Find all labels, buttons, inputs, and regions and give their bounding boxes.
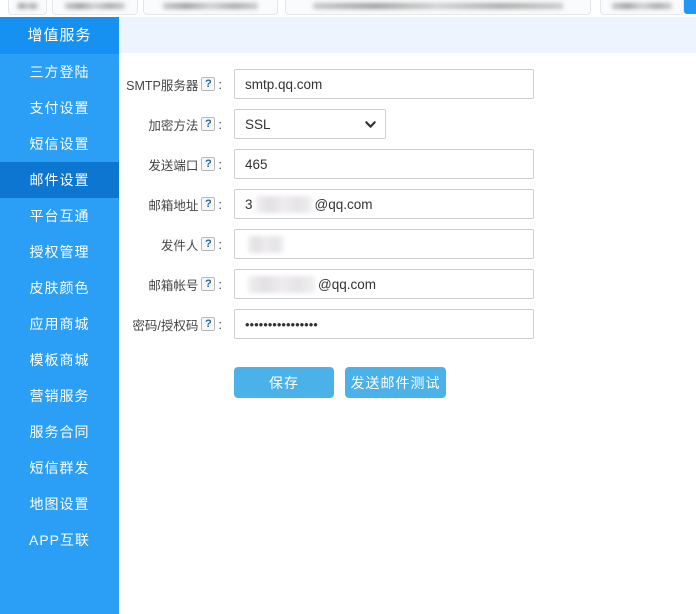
encryption-method-label: 加密方法?: — [119, 115, 222, 134]
label-colon: : — [218, 277, 222, 292]
sidebar-item-sms-settings[interactable]: 短信设置 — [0, 126, 119, 162]
label-colon: : — [218, 237, 222, 252]
sidebar-item-map-settings[interactable]: 地图设置 — [0, 486, 119, 522]
sidebar-item-payment-settings[interactable]: 支付设置 — [0, 90, 119, 126]
sidebar-item-service-contract[interactable]: 服务合同 — [0, 414, 119, 450]
toolbar-tab[interactable] — [52, 0, 138, 15]
sidebar-item-platform-interop[interactable]: 平台互通 — [0, 198, 119, 234]
content-top-band — [119, 17, 696, 53]
content: SMTP服务器?:加密方法?:SSL发送端口?:邮箱地址?:3@qq.com发件… — [119, 17, 696, 614]
form-row-email-address: 邮箱地址?: 3 @qq.com — [119, 189, 696, 219]
help-icon[interactable]: ? — [201, 237, 215, 251]
sender-name-input[interactable] — [234, 229, 534, 259]
label-colon: : — [218, 77, 222, 92]
send-mail-test-button[interactable]: 发送邮件测试 — [345, 367, 446, 398]
password-auth-code-label: 密码/授权码?: — [119, 315, 222, 334]
label-colon: : — [218, 117, 222, 132]
sender-name-label: 发件人?: — [119, 235, 222, 254]
send-port-input[interactable] — [234, 149, 534, 179]
email-account-label: 邮箱帐号?: — [119, 275, 222, 294]
smtp-settings-form: SMTP服务器?:加密方法?:SSL发送端口?:邮箱地址?:3@qq.com发件… — [119, 53, 696, 398]
sidebar-item-third-party-login[interactable]: 三方登陆 — [0, 54, 119, 90]
toolbar-tab[interactable] — [8, 0, 47, 15]
sidebar-nav: 三方登陆支付设置短信设置邮件设置平台互通授权管理皮肤颜色应用商城模板商城营销服务… — [0, 54, 119, 558]
sidebar: 增值服务 三方登陆支付设置短信设置邮件设置平台互通授权管理皮肤颜色应用商城模板商… — [0, 17, 119, 614]
form-buttons: 保存发送邮件测试 — [234, 367, 696, 398]
help-icon[interactable]: ? — [201, 117, 215, 131]
redacted-text — [17, 3, 37, 9]
save-button[interactable]: 保存 — [234, 367, 334, 398]
form-row-password-auth-code: 密码/授权码?: — [119, 309, 696, 339]
field-label-text: 邮箱帐号 — [148, 275, 198, 294]
redacted-text — [313, 3, 562, 9]
redacted-text — [612, 3, 671, 9]
sidebar-item-template-store[interactable]: 模板商城 — [0, 342, 119, 378]
sidebar-item-email-settings[interactable]: 邮件设置 — [0, 162, 119, 198]
sidebar-item-skin-color[interactable]: 皮肤颜色 — [0, 270, 119, 306]
redacted-value — [248, 276, 315, 293]
label-colon: : — [218, 157, 222, 172]
redacted-text — [65, 3, 125, 9]
sidebar-item-authorization-management[interactable]: 授权管理 — [0, 234, 119, 270]
form-row-encryption-method: 加密方法?: SSL — [119, 109, 696, 139]
send-port-label: 发送端口?: — [119, 155, 222, 174]
label-colon: : — [218, 317, 222, 332]
field-label-text: 发件人 — [161, 235, 199, 254]
email-account-input[interactable]: @qq.com — [234, 269, 534, 299]
redacted-value — [256, 196, 312, 213]
field-label-text: 加密方法 — [148, 115, 198, 134]
encryption-method-select[interactable]: SSL — [234, 109, 386, 139]
value-text: @qq.com — [318, 277, 376, 292]
help-icon[interactable]: ? — [201, 77, 215, 91]
sidebar-item-marketing-services[interactable]: 营销服务 — [0, 378, 119, 414]
form-row-sender-name: 发件人?: — [119, 229, 696, 259]
toolbar-tab[interactable] — [285, 0, 591, 15]
sidebar-item-sms-bulk[interactable]: 短信群发 — [0, 450, 119, 486]
field-label-text: SMTP服务器 — [126, 75, 198, 94]
help-icon[interactable]: ? — [201, 317, 215, 331]
corner-button[interactable] — [684, 0, 696, 14]
value-text: 3 — [245, 197, 253, 212]
help-icon[interactable]: ? — [201, 197, 215, 211]
sidebar-item-app-store[interactable]: 应用商城 — [0, 306, 119, 342]
field-label-text: 发送端口 — [148, 155, 198, 174]
help-icon[interactable]: ? — [201, 157, 215, 171]
toolbar-tab[interactable] — [143, 0, 278, 15]
field-label-text: 邮箱地址 — [148, 195, 198, 214]
value-text: @qq.com — [315, 197, 373, 212]
form-row-send-port: 发送端口?: — [119, 149, 696, 179]
toolbar-tab[interactable] — [600, 0, 684, 15]
sidebar-item-app-link[interactable]: APP互联 — [0, 522, 119, 558]
sidebar-header: 增值服务 — [0, 17, 119, 54]
email-address-input[interactable]: 3 @qq.com — [234, 189, 534, 219]
redacted-value — [248, 236, 284, 253]
help-icon[interactable]: ? — [201, 277, 215, 291]
smtp-server-input[interactable] — [234, 69, 534, 99]
redacted-text — [163, 3, 259, 9]
form-row-smtp-server: SMTP服务器?: — [119, 69, 696, 99]
smtp-server-label: SMTP服务器?: — [119, 75, 222, 94]
password-auth-code-input[interactable] — [234, 309, 534, 339]
label-colon: : — [218, 197, 222, 212]
form-row-email-account: 邮箱帐号?: @qq.com — [119, 269, 696, 299]
email-address-label: 邮箱地址?: — [119, 195, 222, 214]
encryption-method-select-wrap: SSL — [234, 109, 386, 139]
field-label-text: 密码/授权码 — [132, 315, 198, 334]
toolbar — [0, 0, 696, 17]
